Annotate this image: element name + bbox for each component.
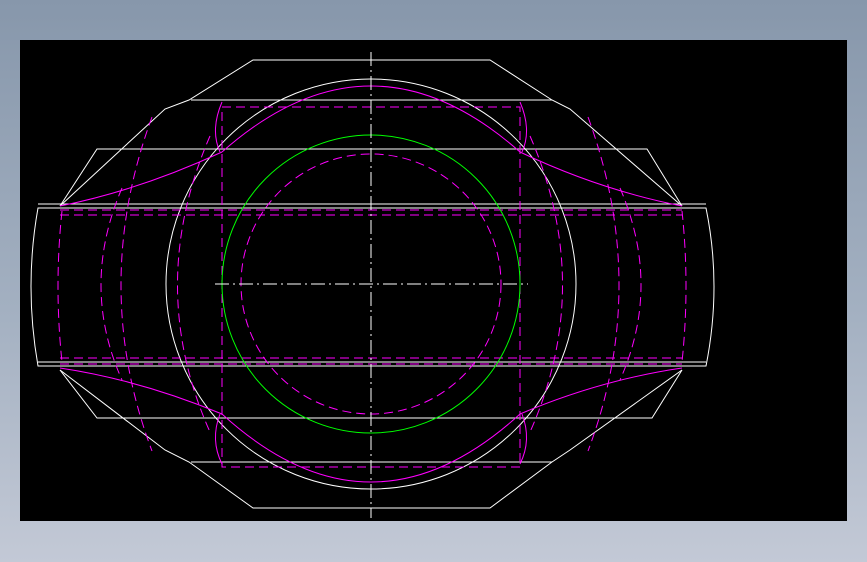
cad-drawing bbox=[30, 52, 715, 518]
hidden-arc-left-1 bbox=[120, 116, 153, 452]
curve-lower-right bbox=[519, 367, 683, 415]
cad-drawing-viewport[interactable] bbox=[20, 40, 847, 521]
hidden-arc-right-3 bbox=[619, 187, 642, 381]
hidden-arc-left-3 bbox=[100, 187, 123, 381]
hidden-arc-right-2 bbox=[529, 135, 563, 433]
hidden-lines bbox=[57, 106, 687, 468]
hidden-sphere-right bbox=[681, 210, 687, 363]
curve-lower-left bbox=[59, 367, 223, 415]
curve-upper-left bbox=[59, 151, 223, 207]
curve-upper-right bbox=[519, 151, 683, 207]
central-bar bbox=[30, 207, 715, 367]
hidden-arc-right-1 bbox=[587, 116, 620, 452]
hidden-arc-left-2 bbox=[177, 135, 211, 433]
hidden-sphere-left bbox=[57, 210, 63, 363]
